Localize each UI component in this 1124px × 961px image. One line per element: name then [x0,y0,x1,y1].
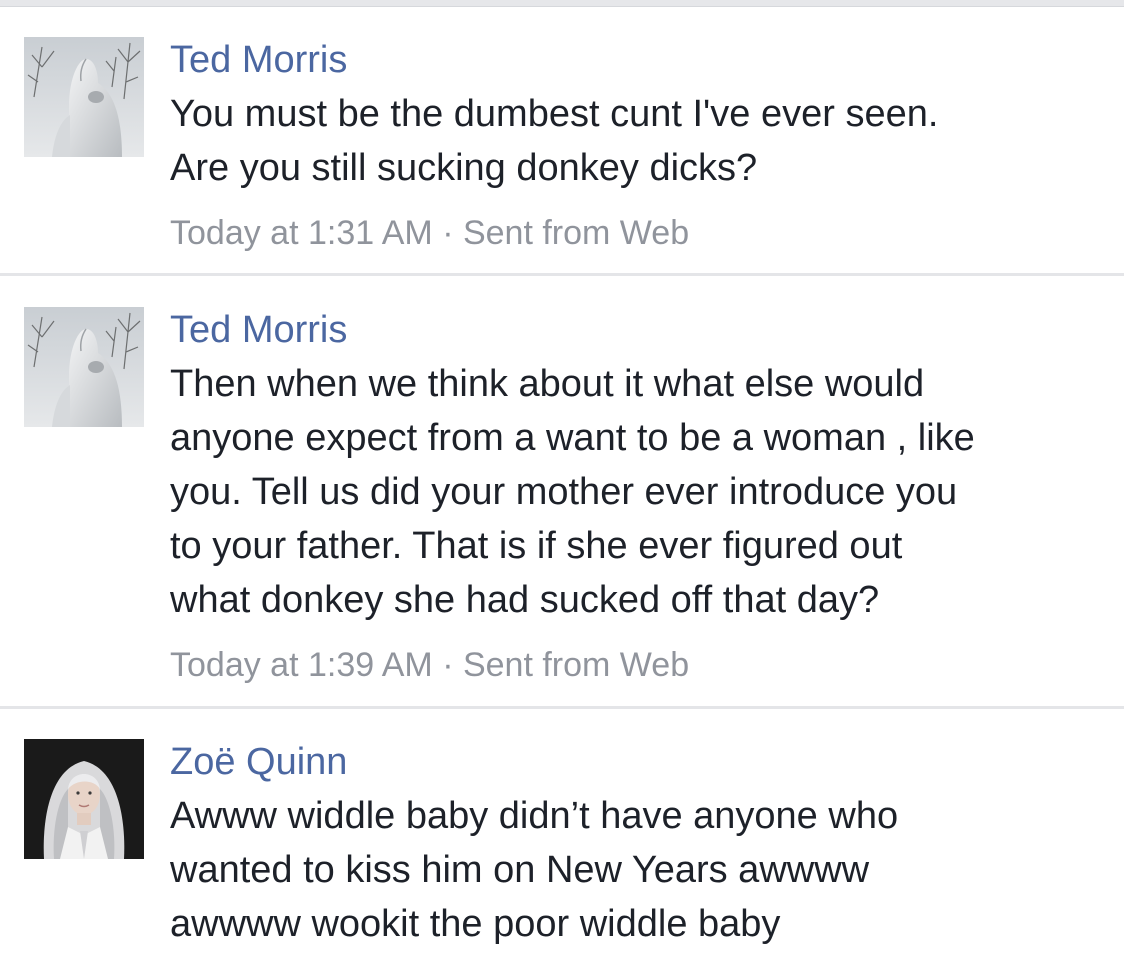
message-text: Then when we think about it what else wo… [170,363,975,621]
meta-separator: · [442,214,454,252]
message-thread: Ted Morris You must be the dumbest cunt … [0,7,1124,961]
sender-avatar[interactable] [24,307,144,427]
message-source: Sent from Web [462,214,690,252]
sender-name[interactable]: Ted Morris [170,37,1100,87]
message-item: Ted Morris Then when we think about it w… [0,276,1124,709]
message-timestamp[interactable]: Today at 1:39 AM [170,646,433,684]
snow-sculpture-avatar-icon [24,307,144,427]
sender-avatar[interactable] [24,37,144,157]
message-timestamp[interactable]: Today at 1:31 AM [170,214,433,252]
snow-sculpture-avatar-icon [24,37,144,157]
message-meta: Today at 1:31 AM · Sent from Web [170,213,1100,253]
meta-separator: · [442,646,454,684]
sender-name[interactable]: Ted Morris [170,307,1100,357]
sender-name[interactable]: Zoë Quinn [170,739,1100,789]
message-item: Zoë Quinn Awww widdle baby didn’t have a… [0,709,1124,961]
message-text: You must be the dumbest cunt I've ever s… [170,93,939,189]
portrait-avatar-icon [24,739,144,859]
message-source: Sent from Web [462,646,690,684]
message-text: Awww widdle baby didn’t have anyone who … [170,795,899,945]
sender-avatar[interactable] [24,739,144,859]
message-meta: Today at 1:39 AM · Sent from Web [170,645,1100,685]
top-divider [0,0,1124,7]
message-item: Ted Morris You must be the dumbest cunt … [0,7,1124,276]
